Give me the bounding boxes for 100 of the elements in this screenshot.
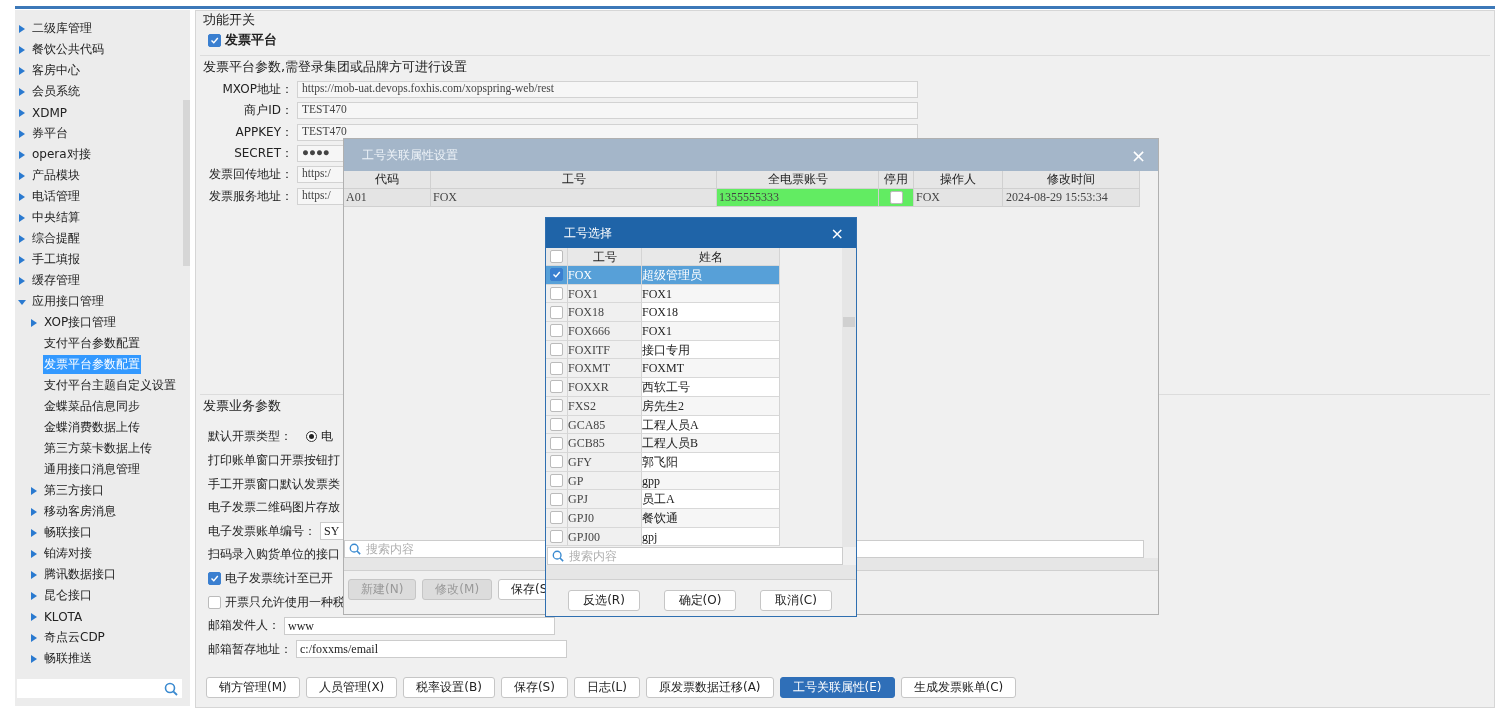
action-button[interactable]: 销方管理(M) bbox=[206, 677, 300, 698]
checkbox[interactable] bbox=[550, 455, 563, 469]
collapsed-arrow-icon[interactable] bbox=[18, 129, 26, 138]
checkbox[interactable] bbox=[208, 571, 221, 585]
dialog-button[interactable]: 确定(O) bbox=[664, 590, 736, 611]
column-header[interactable]: 姓名 bbox=[642, 248, 780, 266]
tree-item[interactable]: 手工填报 bbox=[31, 250, 81, 269]
tree-item[interactable]: 电话管理 bbox=[31, 187, 81, 206]
collapsed-arrow-icon[interactable] bbox=[18, 255, 26, 264]
collapsed-arrow-icon[interactable] bbox=[30, 570, 38, 579]
action-button[interactable]: 税率设置(B) bbox=[403, 677, 495, 698]
checkbox[interactable] bbox=[550, 417, 563, 431]
collapsed-arrow-icon[interactable] bbox=[30, 507, 38, 516]
tree-item[interactable]: KLOTA bbox=[43, 608, 84, 625]
dialog-button[interactable]: 反选(R) bbox=[568, 590, 640, 611]
tree-item[interactable]: 中央结算 bbox=[31, 208, 81, 227]
tree-item[interactable]: 通用接口消息管理 bbox=[43, 460, 141, 479]
action-button[interactable]: 原发票数据迁移(A) bbox=[645, 677, 774, 698]
text-field[interactable]: www bbox=[284, 616, 555, 635]
text-field[interactable]: https://mob-uat.devops.foxhis.com/xopspring-web/rest bbox=[297, 81, 918, 99]
action-button[interactable]: 工号关联属性(E) bbox=[779, 677, 895, 698]
collapsed-arrow-icon[interactable] bbox=[30, 633, 38, 642]
column-header[interactable]: 修改时间 bbox=[1003, 171, 1140, 189]
tree-item[interactable]: XDMP bbox=[31, 104, 69, 121]
checkbox[interactable] bbox=[550, 473, 563, 487]
tree-item[interactable]: 客房中心 bbox=[31, 61, 81, 80]
table-row[interactable]: GPJ 员工A bbox=[546, 490, 842, 509]
table-row[interactable]: FOX666 FOX1 bbox=[546, 322, 842, 341]
column-header[interactable]: 操作人 bbox=[914, 171, 1003, 189]
checkbox[interactable] bbox=[550, 380, 563, 394]
collapsed-arrow-icon[interactable] bbox=[18, 66, 26, 75]
checkbox[interactable] bbox=[550, 268, 563, 282]
collapsed-arrow-icon[interactable] bbox=[18, 234, 26, 243]
table-row[interactable]: FXS2 房先生2 bbox=[546, 396, 842, 416]
collapsed-arrow-icon[interactable] bbox=[30, 612, 38, 621]
collapsed-arrow-icon[interactable] bbox=[30, 591, 38, 600]
checkbox[interactable] bbox=[550, 287, 563, 301]
tree-item[interactable]: 缓存管理 bbox=[31, 271, 81, 290]
text-field[interactable]: TEST470 bbox=[297, 102, 918, 120]
collapsed-arrow-icon[interactable] bbox=[18, 45, 26, 54]
tree-item[interactable]: 金蝶菜品信息同步 bbox=[43, 397, 141, 416]
scrollbar-thumb[interactable] bbox=[183, 100, 190, 266]
tree-item[interactable]: 畅联推送 bbox=[43, 649, 93, 668]
checkbox[interactable] bbox=[550, 399, 563, 413]
tree-item[interactable]: 支付平台参数配置 bbox=[43, 334, 141, 353]
table-row[interactable]: GPJ0 餐饮通 bbox=[546, 508, 842, 528]
tree-item[interactable]: 移动客房消息 bbox=[43, 502, 117, 521]
tree-item[interactable]: 奇点云CDP bbox=[43, 628, 106, 647]
table-row[interactable]: FOX18 FOX18 bbox=[546, 303, 842, 323]
checkbox[interactable] bbox=[550, 511, 563, 525]
collapsed-arrow-icon[interactable] bbox=[18, 213, 26, 222]
close-button[interactable]: × bbox=[818, 223, 856, 243]
radio-button[interactable] bbox=[306, 431, 317, 443]
tree-item[interactable]: 第三方接口 bbox=[43, 481, 105, 500]
collapsed-arrow-icon[interactable] bbox=[18, 276, 26, 285]
tree-item[interactable]: 腾讯数据接口 bbox=[43, 565, 117, 584]
expanded-arrow-icon[interactable] bbox=[18, 297, 26, 306]
collapsed-arrow-icon[interactable] bbox=[18, 24, 26, 33]
tree-item[interactable]: opera对接 bbox=[31, 145, 92, 164]
column-header[interactable]: 工号 bbox=[568, 248, 642, 266]
tree-item[interactable]: 应用接口管理 bbox=[31, 292, 105, 311]
checkbox[interactable] bbox=[550, 529, 563, 543]
dialog-button[interactable]: 取消(C) bbox=[760, 590, 832, 611]
collapsed-arrow-icon[interactable] bbox=[18, 108, 26, 117]
table-row[interactable]: GPJ00 gpj bbox=[546, 527, 842, 547]
tree-item[interactable]: 综合提醒 bbox=[31, 229, 81, 248]
checkbox[interactable] bbox=[550, 492, 563, 506]
text-field[interactable]: c:/foxxms/email bbox=[296, 640, 567, 659]
collapsed-arrow-icon[interactable] bbox=[18, 192, 26, 201]
action-button[interactable]: 日志(L) bbox=[573, 677, 640, 698]
table-row[interactable]: GCA85 工程人员A bbox=[546, 415, 842, 435]
action-button[interactable]: 人员管理(X) bbox=[305, 677, 398, 698]
search-field[interactable] bbox=[17, 679, 182, 698]
checkbox[interactable] bbox=[550, 305, 563, 319]
scrollbar-thumb[interactable] bbox=[843, 317, 855, 327]
tree-item[interactable]: 餐饮公共代码 bbox=[31, 40, 105, 59]
checkbox[interactable] bbox=[550, 361, 563, 375]
collapsed-arrow-icon[interactable] bbox=[30, 654, 38, 663]
checkbox[interactable] bbox=[550, 436, 563, 450]
checkbox[interactable] bbox=[208, 595, 221, 609]
collapsed-arrow-icon[interactable] bbox=[18, 171, 26, 180]
action-button[interactable]: 保存(S) bbox=[500, 677, 568, 698]
table-row[interactable]: GCB85 工程人员B bbox=[546, 434, 842, 453]
checkbox[interactable] bbox=[550, 343, 563, 357]
collapsed-arrow-icon[interactable] bbox=[30, 318, 38, 327]
table-row[interactable]: FOXXR 西软工号 bbox=[546, 378, 842, 397]
action-button[interactable]: 生成发票账单(C) bbox=[900, 677, 1017, 698]
table-row[interactable]: FOX1 FOX1 bbox=[546, 284, 842, 304]
tree-item[interactable]: 产品模块 bbox=[31, 166, 81, 185]
table-row[interactable]: FOXITF 接口专用 bbox=[546, 340, 842, 360]
collapsed-arrow-icon[interactable] bbox=[18, 150, 26, 159]
column-header[interactable]: 代码 bbox=[344, 171, 431, 189]
checkbox[interactable] bbox=[550, 324, 563, 338]
column-header[interactable]: 工号 bbox=[431, 171, 717, 189]
tree-item[interactable]: 券平台 bbox=[31, 124, 69, 143]
tree-item[interactable]: 畅联接口 bbox=[43, 523, 93, 542]
tree-item[interactable]: 第三方菜卡数据上传 bbox=[43, 439, 153, 458]
table-row[interactable]: GFY 郭飞阳 bbox=[546, 452, 842, 472]
table-row[interactable]: FOXMT FOXMT bbox=[546, 359, 842, 379]
checkbox[interactable] bbox=[550, 250, 563, 263]
